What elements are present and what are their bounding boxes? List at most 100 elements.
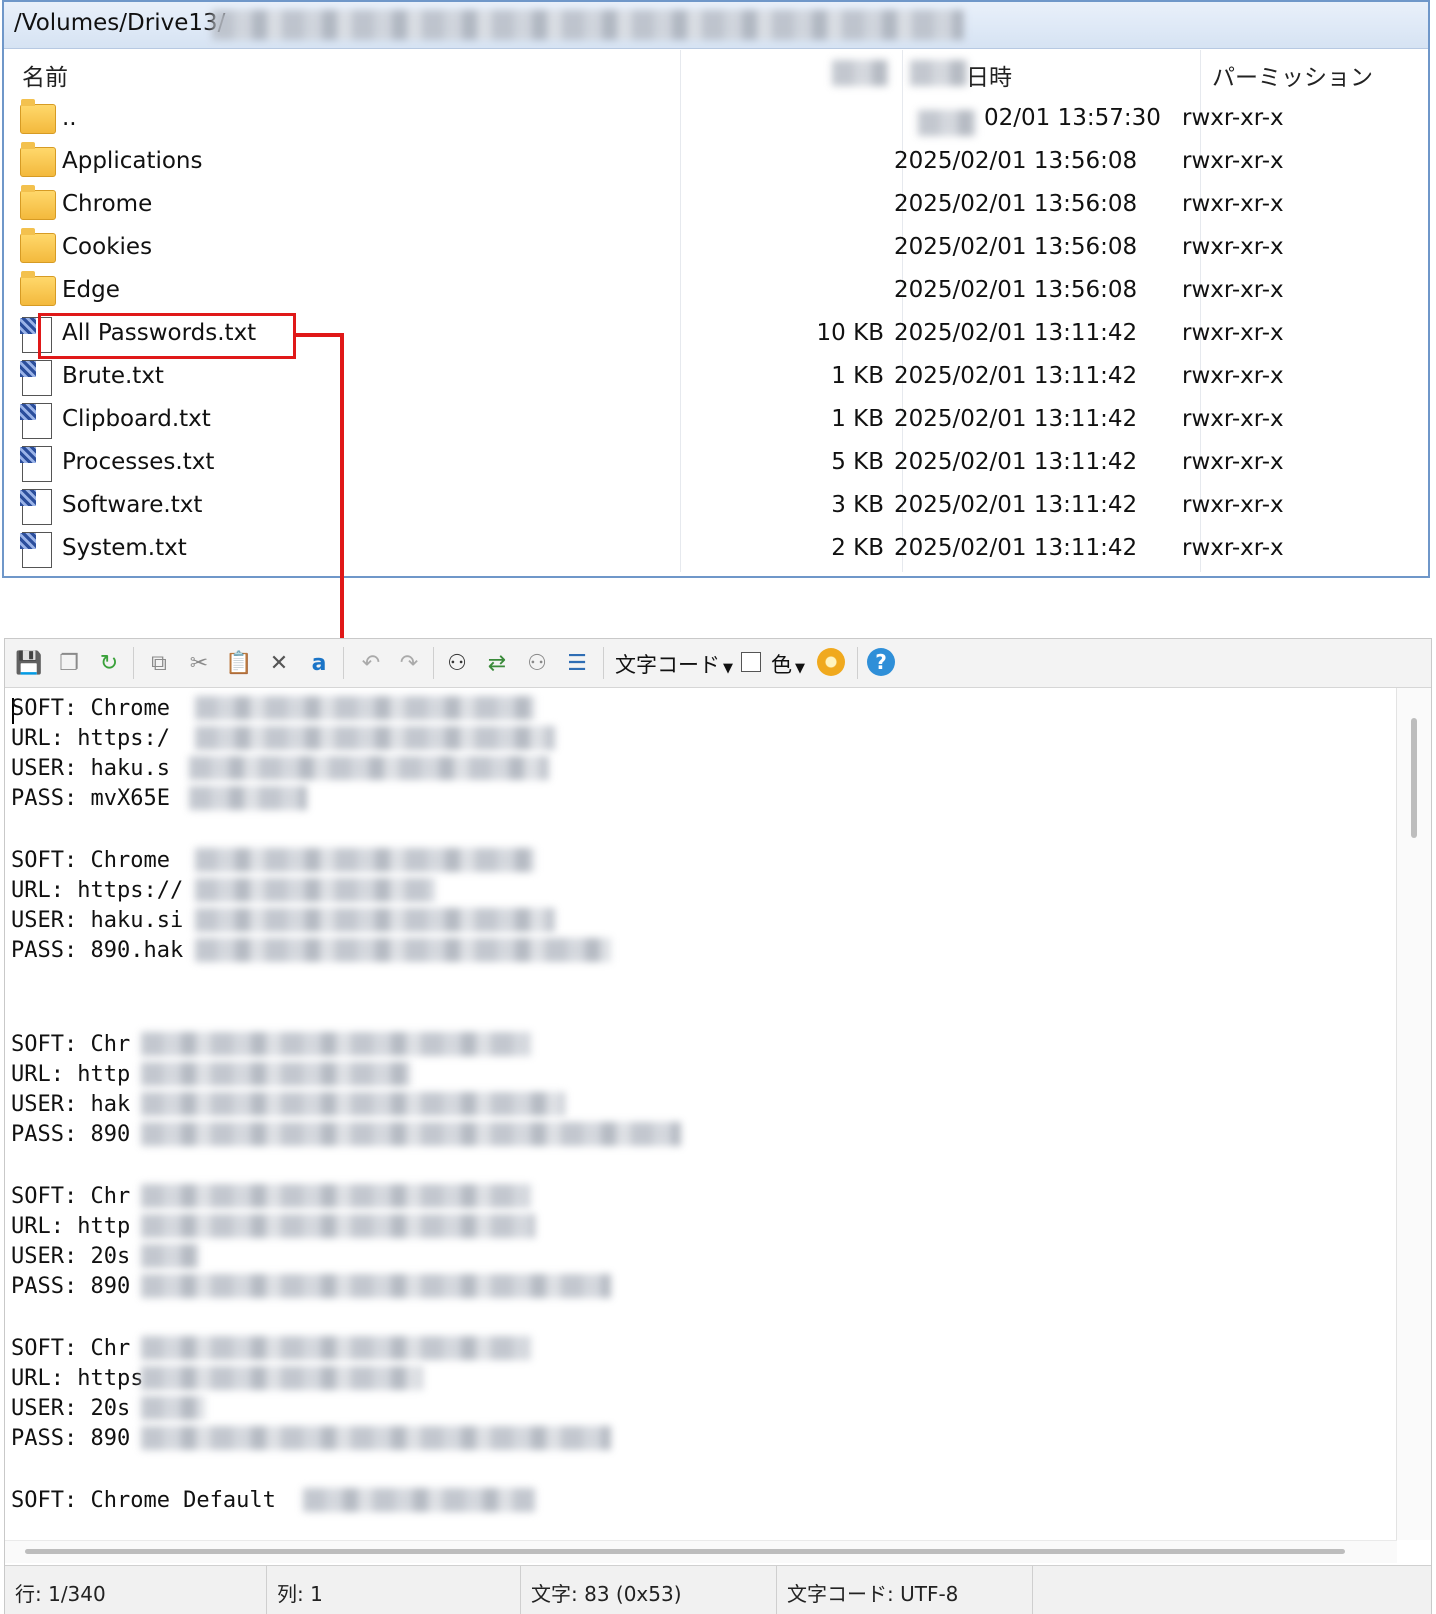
horizontal-scrollbar[interactable] xyxy=(5,1540,1397,1563)
redacted-text xyxy=(141,1214,535,1238)
file-name: .. xyxy=(62,105,77,131)
copy-icon[interactable]: ⧉ xyxy=(143,647,175,679)
status-char-text: 文字: 83 (0x53) xyxy=(531,1582,682,1606)
cut-icon[interactable]: ✂ xyxy=(183,647,215,679)
toolbar-separator xyxy=(433,647,434,679)
file-permission: rwxr-xr-x xyxy=(1182,234,1284,260)
file-permission: rwxr-xr-x xyxy=(1182,277,1284,303)
help-icon[interactable]: ? xyxy=(867,648,895,676)
annotation-arrow xyxy=(340,333,344,673)
toolbar-separator xyxy=(343,647,344,679)
status-char: 文字: 83 (0x53) xyxy=(521,1566,777,1614)
file-list-window: /Volumes/Drive13/ 名前 日時 パーミッション .. 02/01 … xyxy=(2,0,1430,578)
folder-icon xyxy=(20,271,56,306)
editor-text-area[interactable]: SOFT: Chrome URL: https:/ USER: haku.s PASS… xyxy=(5,688,1397,1540)
redacted-text xyxy=(141,1092,565,1116)
file-date: 2025/02/01 13:11:42 xyxy=(894,406,1138,432)
color-checkbox[interactable] xyxy=(741,652,761,672)
status-column: 列: 1 xyxy=(267,1566,521,1614)
reload-icon[interactable]: ↻ xyxy=(93,647,125,679)
editor-line: PASS: 890 xyxy=(11,1274,131,1299)
text-file-icon xyxy=(20,489,52,525)
file-date: 02/01 13:57:30 xyxy=(984,105,1161,131)
editor-line: SOFT: Chr xyxy=(11,1032,131,1057)
chevron-down-icon: ▼ xyxy=(723,661,733,676)
file-size: 10 KB xyxy=(816,320,884,346)
redacted-date-header xyxy=(910,60,968,86)
annotation-arrow xyxy=(294,333,344,337)
column-header-date[interactable]: 日時 xyxy=(966,58,1012,92)
status-line: 行: 1/340 xyxy=(5,1566,267,1614)
file-date: 2025/02/01 13:56:08 xyxy=(894,277,1138,303)
file-row[interactable]: Processes.txt 5 KB 2025/02/01 13:11:42 rwxr… xyxy=(14,444,1418,486)
file-date: 2025/02/01 13:56:08 xyxy=(894,191,1138,217)
highlight-box xyxy=(38,313,296,359)
redacted-size-header xyxy=(832,60,888,86)
save-icon[interactable]: 💾 xyxy=(13,647,45,679)
text-file-icon xyxy=(20,360,52,396)
encoding-dropdown[interactable]: 文字コード ▼ xyxy=(615,649,733,679)
editor-line: URL: https:// xyxy=(11,878,184,903)
status-bar: 行: 1/340 列: 1 文字: 83 (0x53) 文字コード: UTF-8 xyxy=(5,1565,1431,1614)
editor-line: SOFT: Chrome Default xyxy=(11,1488,276,1513)
toolbar-separator xyxy=(133,647,134,679)
gear-icon[interactable] xyxy=(817,648,845,676)
file-row[interactable]: Brute.txt 1 KB 2025/02/01 13:11:42 rwxr-xr-… xyxy=(14,358,1418,400)
editor-line: URL: http xyxy=(11,1062,131,1087)
redacted-text xyxy=(141,1274,611,1298)
file-size: 1 KB xyxy=(831,363,884,389)
color-dropdown-label: 色 xyxy=(771,653,792,677)
find-next-icon[interactable]: ⚇ xyxy=(521,647,553,679)
file-row[interactable]: Edge 2025/02/01 13:56:08 rwxr-xr-x xyxy=(14,271,1418,314)
redacted-date-year xyxy=(918,110,976,136)
find-icon[interactable]: ⚇ xyxy=(441,647,473,679)
file-name: Cookies xyxy=(62,234,153,260)
redacted-text xyxy=(141,1426,611,1450)
file-row[interactable]: Cookies 2025/02/01 13:56:08 rwxr-xr-x xyxy=(14,228,1418,271)
paste-icon[interactable]: 📋 xyxy=(223,647,255,679)
file-name: Applications xyxy=(62,148,203,174)
file-permission: rwxr-xr-x xyxy=(1182,148,1284,174)
editor-line: PASS: 890 xyxy=(11,1122,131,1147)
column-header-permission[interactable]: パーミッション xyxy=(1212,58,1373,92)
vertical-scroll-thumb[interactable] xyxy=(1411,718,1417,838)
redacted-text xyxy=(141,1396,205,1420)
redacted-text xyxy=(195,696,535,720)
text-file-icon xyxy=(20,403,52,439)
editor-toolbar: 💾 ❐ ↻ ⧉ ✂ 📋 ✕ a ↶ ↷ ⚇ ⇄ ⚇ ☰ 文字コード ▼ 色 ▼ ? xyxy=(5,639,1431,688)
editor-line: SOFT: Chr xyxy=(11,1184,131,1209)
editor-line: USER: 20s xyxy=(11,1244,131,1269)
file-row[interactable]: Software.txt 3 KB 2025/02/01 13:11:42 rwxr-… xyxy=(14,487,1418,529)
redacted-text xyxy=(141,1366,423,1390)
toolbar-separator xyxy=(857,647,858,679)
file-row[interactable]: Chrome 2025/02/01 13:56:08 rwxr-xr-x xyxy=(14,185,1418,228)
text-file-icon xyxy=(20,446,52,482)
file-date: 2025/02/01 13:11:42 xyxy=(894,363,1138,389)
horizontal-scroll-thumb[interactable] xyxy=(25,1549,1345,1554)
column-header-name[interactable]: 名前 xyxy=(22,58,68,92)
editor-line: PASS: 890.hak xyxy=(11,938,184,963)
delete-icon[interactable]: ✕ xyxy=(263,647,295,679)
file-name: Processes.txt xyxy=(62,449,215,475)
file-size: 3 KB xyxy=(831,492,884,518)
file-row[interactable]: Applications 2025/02/01 13:56:08 rwxr-xr-x xyxy=(14,142,1418,185)
redacted-text xyxy=(141,1336,531,1360)
file-row[interactable]: System.txt 2 KB 2025/02/01 13:11:42 rwxr-xr… xyxy=(14,530,1418,572)
redo-icon[interactable]: ↷ xyxy=(393,647,425,679)
editor-line: SOFT: Chrome xyxy=(11,696,170,721)
select-all-icon[interactable]: a xyxy=(303,647,335,679)
color-dropdown[interactable]: 色 ▼ xyxy=(771,649,805,679)
redacted-text xyxy=(141,1062,411,1086)
file-name: Clipboard.txt xyxy=(62,406,211,432)
save-all-icon[interactable]: ❐ xyxy=(53,647,85,679)
file-name: Chrome xyxy=(62,191,153,217)
redacted-path xyxy=(212,10,964,40)
vertical-scrollbar[interactable] xyxy=(1396,688,1431,1540)
file-row[interactable]: Clipboard.txt 1 KB 2025/02/01 13:11:42 rwxr… xyxy=(14,401,1418,443)
parent-folder-icon xyxy=(20,99,56,134)
undo-icon[interactable]: ↶ xyxy=(355,647,387,679)
jump-icon[interactable]: ☰ xyxy=(561,647,593,679)
chevron-down-icon: ▼ xyxy=(795,661,805,676)
replace-icon[interactable]: ⇄ xyxy=(481,647,513,679)
file-row[interactable]: .. 02/01 13:57:30 rwxr-xr-x xyxy=(14,99,1418,142)
